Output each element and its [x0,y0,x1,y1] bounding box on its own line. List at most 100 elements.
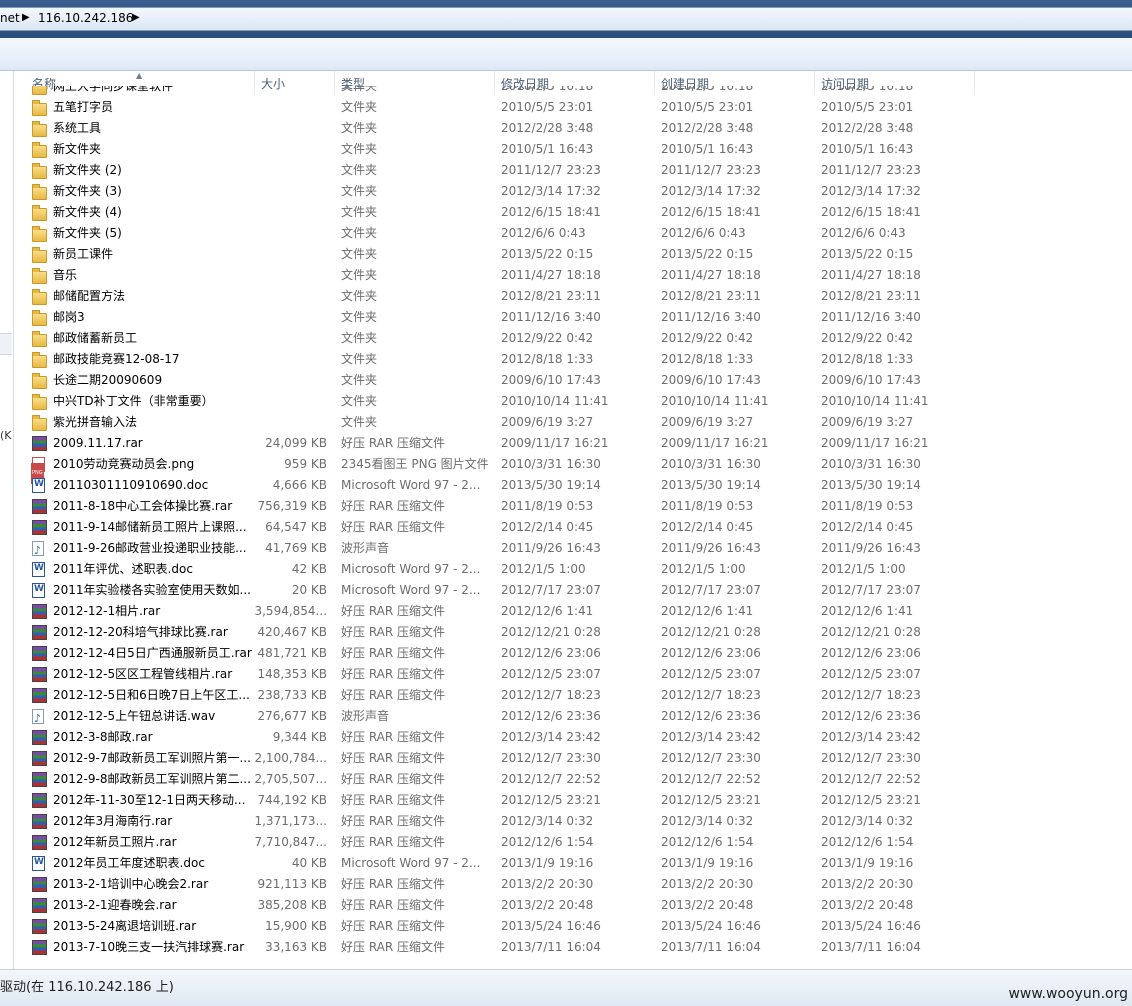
file-name: 2011-9-14邮储新员工照片上课照... [53,520,247,534]
file-accessed: 2012/12/21 0:28 [821,625,921,639]
file-row[interactable]: 2012-9-8邮政新员工军训照片第二... 2,705,507... 好压 RAR… [14,769,1132,790]
file-modified: 2012/8/18 1:33 [501,352,594,366]
file-row[interactable]: 2013-2-1培训中心晚会2.rar 921,113 KB 好压 RAR 压缩文件… [14,874,1132,895]
file-row[interactable]: 2012年新员工照片.rar 7,710,847... 好压 RAR 压缩文件 201… [14,832,1132,853]
file-type: 文件夹 [341,184,378,198]
file-accessed: 2011/12/7 23:23 [821,163,921,177]
file-modified: 2011/12/16 3:40 [501,310,601,324]
breadcrumb-separator-icon[interactable]: ▶ [22,12,30,23]
file-name: 新文件夹 (2) [53,163,122,177]
file-modified: 2012/9/22 0:42 [501,331,594,345]
file-modified: 2012/1/5 1:00 [501,562,586,576]
file-row[interactable]: 中兴TD补丁文件（非常重要） 文件夹 2010/10/14 11:41 2010/10… [14,391,1132,412]
file-row[interactable]: 2012-12-1相片.rar 3,594,854... 好压 RAR 压缩文件 20… [14,601,1132,622]
file-accessed: 2012/6/6 0:43 [821,226,906,240]
file-row[interactable]: 五笔打字员 文件夹 2010/5/5 23:01 2010/5/5 23:01 2010… [14,97,1132,118]
file-row[interactable]: 2012-9-7邮政新员工军训照片第一... 2,100,784... 好压 RAR… [14,748,1132,769]
file-row[interactable]: 2012-12-5日和6日晚7日上午区工... 238,733 KB 好压 RAR … [14,685,1132,706]
file-row[interactable]: 2011年实验楼各实验室使用天数如... 20 KB Microsoft Word … [14,580,1132,601]
file-modified: 2010/5/1 16:43 [501,142,594,156]
file-row[interactable]: 新文件夹 (2) 文件夹 2011/12/7 23:23 2011/12/7 23:2… [14,160,1132,181]
file-row[interactable]: 邮储配置方法 文件夹 2012/8/21 23:11 2012/8/21 23:11 2… [14,286,1132,307]
file-created: 2012/3/14 23:42 [661,730,761,744]
file-row[interactable]: 2013-5-24离退培训班.rar 15,900 KB 好压 RAR 压缩文件 20… [14,916,1132,937]
folder-icon [32,310,47,326]
file-modified: 2012/12/5 23:21 [501,793,601,807]
navigation-pane[interactable]: (K [0,71,14,969]
file-name: 2009.11.17.rar [53,436,143,450]
file-row[interactable]: 音乐 文件夹 2011/4/27 18:18 2011/4/27 18:18 2011/… [14,265,1132,286]
file-row[interactable]: 2012-12-5上午钮总讲话.wav 276,677 KB 波形声音 2012/12… [14,706,1132,729]
breadcrumb-separator-icon[interactable]: ▶ [132,12,140,23]
file-row[interactable]: 2013-7-10晚三支一扶汽排球赛.rar 33,163 KB 好压 RAR 压缩… [14,937,1132,958]
file-type: 好压 RAR 压缩文件 [341,625,446,639]
rar-icon [32,688,47,703]
file-name: 邮储配置方法 [53,289,126,303]
file-row[interactable]: 系统工具 文件夹 2012/2/28 3:48 2012/2/28 3:48 2012/… [14,118,1132,139]
file-row[interactable]: 2011-9-14邮储新员工照片上课照... 64,547 KB 好压 RAR 压缩… [14,517,1132,538]
file-row[interactable]: 20110301110910690.doc 4,666 KB Microsoft W… [14,475,1132,496]
file-created: 2011/4/27 18:18 [661,268,761,282]
file-row[interactable]: 2011-8-18中心工会体操比赛.rar 756,319 KB 好压 RAR 压缩… [14,496,1132,517]
file-row[interactable]: 2011年评优、述职表.doc 42 KB Microsoft Word 97 - … [14,559,1132,580]
file-name: 2013-5-24离退培训班.rar [53,919,197,933]
file-row[interactable]: 紫光拼音输入法 文件夹 2009/6/19 3:27 2009/6/19 3:27 20… [14,412,1132,433]
file-created: 2013/5/24 16:46 [661,919,761,933]
file-row[interactable]: 长途二期20090609 文件夹 2009/6/10 17:43 2009/6/10 … [14,370,1132,391]
file-accessed: 2010/10/14 11:41 [821,394,929,408]
file-row[interactable]: 2012年员工年度述职表.doc 40 KB Microsoft Word 97 -… [14,853,1132,874]
file-row[interactable]: 2012-12-20科培气排球比赛.rar 420,467 KB 好压 RAR 压缩… [14,622,1132,643]
file-row[interactable]: 邮岗3 文件夹 2011/12/16 3:40 2011/12/16 3:40 2011… [14,307,1132,328]
file-modified: 2013/1/9 19:16 [501,856,594,870]
file-modified: 2012/12/6 1:54 [501,835,594,849]
file-created: 2011/8/19 0:53 [661,499,754,513]
file-accessed: 2012/12/6 1:41 [821,604,914,618]
file-created: 2012/12/6 23:06 [661,646,761,660]
file-row[interactable]: 新文件夹 (3) 文件夹 2012/3/14 17:32 2012/3/14 17:3… [14,181,1132,202]
file-type: 好压 RAR 压缩文件 [341,436,446,450]
file-row[interactable]: 2009.11.17.rar 24,099 KB 好压 RAR 压缩文件 2009/1… [14,433,1132,454]
file-row[interactable]: 2012-12-5区区工程管线相片.rar 148,353 KB 好压 RAR 压缩… [14,664,1132,685]
file-name: 系统工具 [53,121,102,135]
breadcrumb-host[interactable]: 116.10.242.186 [38,11,133,25]
breadcrumb-net[interactable]: net [0,11,20,25]
file-modified: 2012/12/7 23:30 [501,751,601,765]
file-row[interactable]: 邮政技能竞赛12-08-17 文件夹 2012/8/18 1:33 2012/8/18… [14,349,1132,370]
file-row[interactable]: 新文件夹 (4) 文件夹 2012/6/15 18:41 2012/6/15 18:4… [14,202,1132,223]
file-list[interactable]: 网上大学同步课堂软件 文件夹 2010/2/5 16:18 2010/2/5 16:1… [14,86,1132,968]
file-row[interactable]: 网上大学同步课堂软件 文件夹 2010/2/5 16:18 2010/2/5 16:1… [14,86,1132,97]
file-size: 148,353 KB [257,667,327,681]
file-name: 长途二期20090609 [53,373,163,387]
file-accessed: 2012/3/14 23:42 [821,730,921,744]
file-size [250,86,327,97]
address-bar-frame: net ▶ 116.10.242.186 ▶ [0,0,1132,38]
file-row[interactable]: 2013-2-1迎春晚会.rar 385,208 KB 好压 RAR 压缩文件 201… [14,895,1132,916]
file-row[interactable]: 新员工课件 文件夹 2013/5/22 0:15 2013/5/22 0:15 2013… [14,244,1132,265]
file-created: 2009/6/19 3:27 [661,415,754,429]
file-accessed: 2012/6/15 18:41 [821,205,921,219]
folder-icon [32,142,47,158]
file-row[interactable]: 2012年-11-30至12-1日两天移动... 744,192 KB 好压 RAR… [14,790,1132,811]
file-row[interactable]: 新文件夹 (5) 文件夹 2012/6/6 0:43 2012/6/6 0:43 201… [14,223,1132,244]
file-row[interactable]: 2012-12-4日5日广西通服新员工.rar 481,721 KB 好压 RAR … [14,643,1132,664]
file-size [250,244,327,265]
file-modified: 2013/5/30 19:14 [501,478,601,492]
file-row[interactable]: 2012-3-8邮政.rar 9,344 KB 好压 RAR 压缩文件 2012/3/… [14,727,1132,748]
file-created: 2012/12/6 1:54 [661,835,754,849]
address-bar[interactable]: net ▶ 116.10.242.186 ▶ [0,7,1132,31]
file-size: 276,677 KB [257,709,327,723]
status-text: 驱动(在 116.10.242.186 上) [0,980,174,995]
file-name: 2010劳动竞赛动员会.png [53,457,195,471]
nav-pane-item[interactable] [0,333,12,355]
file-row[interactable]: 新文件夹 文件夹 2010/5/1 16:43 2010/5/1 16:43 2010/… [14,139,1132,160]
file-row[interactable]: 2010劳动竞赛动员会.png 959 KB 2345看图王 PNG 图片文件 201… [14,454,1132,484]
file-size [250,307,327,328]
file-type: 文件夹 [341,121,378,135]
file-modified: 2013/5/24 16:46 [501,919,601,933]
file-row[interactable]: 2011-9-26邮政营业投递职业技能... 41,769 KB 波形声音 2011/… [14,538,1132,561]
file-type: 好压 RAR 压缩文件 [341,877,446,891]
file-type: 好压 RAR 压缩文件 [341,919,446,933]
file-row[interactable]: 邮政储蓄新员工 文件夹 2012/9/22 0:42 2012/9/22 0:42 20… [14,328,1132,349]
folder-icon [32,394,47,410]
file-row[interactable]: 2012年3月海南行.rar 1,371,173... 好压 RAR 压缩文件 201… [14,811,1132,832]
